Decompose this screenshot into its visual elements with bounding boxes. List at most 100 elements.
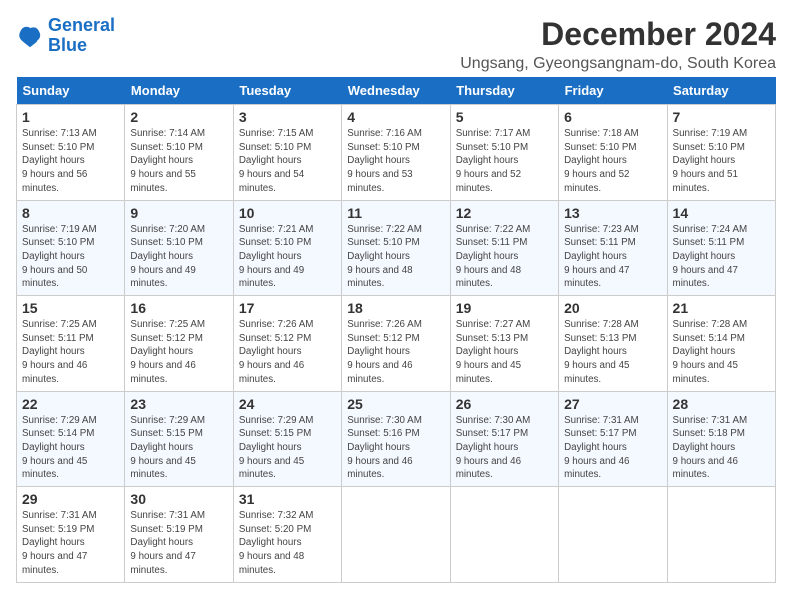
calendar-cell: 27Sunrise: 7:31 AMSunset: 5:17 PMDayligh… xyxy=(559,391,667,487)
calendar-cell: 24 Sunrise: 7:29 AMSunset: 5:15 PMDayligh… xyxy=(233,391,341,487)
header: General Blue December 2024 Ungsang, Gyeo… xyxy=(16,16,776,73)
calendar-cell: 13Sunrise: 7:23 AMSunset: 5:11 PMDayligh… xyxy=(559,200,667,296)
day-info: Sunrise: 7:31 AMSunset: 5:18 PMDaylight … xyxy=(673,414,770,483)
calendar-cell: 11Sunrise: 7:22 AMSunset: 5:10 PMDayligh… xyxy=(342,200,450,296)
day-number: 17 xyxy=(239,300,336,316)
day-number: 9 xyxy=(130,205,227,221)
day-info: Sunrise: 7:30 AMSunset: 5:16 PMDaylight … xyxy=(347,414,444,483)
day-info: Sunrise: 7:14 AMSunset: 5:10 PMDaylight … xyxy=(130,127,227,196)
calendar-cell xyxy=(342,487,450,583)
calendar-cell: 31Sunrise: 7:32 AMSunset: 5:20 PMDayligh… xyxy=(233,487,341,583)
day-info: Sunrise: 7:24 AMSunset: 5:11 PMDaylight … xyxy=(673,223,770,292)
day-number: 19 xyxy=(456,300,553,316)
day-number: 6 xyxy=(564,109,661,125)
calendar-cell xyxy=(450,487,558,583)
calendar-week-row: 1 Sunrise: 7:13 AMSunset: 5:10 PMDaylight… xyxy=(17,105,776,201)
day-info: Sunrise: 7:15 AMSunset: 5:10 PMDaylight … xyxy=(239,127,336,196)
calendar-cell: 29 Sunrise: 7:31 AMSunset: 5:19 PMDayligh… xyxy=(17,487,125,583)
day-number: 10 xyxy=(239,205,336,221)
day-info: Sunrise: 7:29 AMSunset: 5:15 PMDaylight … xyxy=(130,414,227,483)
calendar-week-row: 15 Sunrise: 7:25 AMSunset: 5:11 PMDayligh… xyxy=(17,296,776,392)
day-number: 24 xyxy=(239,396,336,412)
weekday-header: Saturday xyxy=(667,77,775,105)
day-number: 7 xyxy=(673,109,770,125)
calendar-cell: 21Sunrise: 7:28 AMSunset: 5:14 PMDayligh… xyxy=(667,296,775,392)
day-number: 31 xyxy=(239,491,336,507)
calendar-week-row: 29 Sunrise: 7:31 AMSunset: 5:19 PMDayligh… xyxy=(17,487,776,583)
calendar-cell: 26 Sunrise: 7:30 AMSunset: 5:17 PMDayligh… xyxy=(450,391,558,487)
day-number: 2 xyxy=(130,109,227,125)
weekday-header: Thursday xyxy=(450,77,558,105)
calendar-week-row: 8 Sunrise: 7:19 AMSunset: 5:10 PMDaylight… xyxy=(17,200,776,296)
calendar-cell: 23 Sunrise: 7:29 AMSunset: 5:15 PMDayligh… xyxy=(125,391,233,487)
weekday-header: Friday xyxy=(559,77,667,105)
day-info: Sunrise: 7:28 AMSunset: 5:13 PMDaylight … xyxy=(564,318,661,387)
day-number: 28 xyxy=(673,396,770,412)
calendar-cell xyxy=(667,487,775,583)
calendar-cell: 5 Sunrise: 7:17 AMSunset: 5:10 PMDaylight… xyxy=(450,105,558,201)
logo-icon xyxy=(16,22,44,50)
day-info: Sunrise: 7:19 AMSunset: 5:10 PMDaylight … xyxy=(673,127,770,196)
day-info: Sunrise: 7:19 AMSunset: 5:10 PMDaylight … xyxy=(22,223,119,292)
day-info: Sunrise: 7:26 AMSunset: 5:12 PMDaylight … xyxy=(347,318,444,387)
logo: General Blue xyxy=(16,16,115,56)
day-number: 15 xyxy=(22,300,119,316)
day-number: 29 xyxy=(22,491,119,507)
day-number: 26 xyxy=(456,396,553,412)
day-number: 1 xyxy=(22,109,119,125)
day-number: 21 xyxy=(673,300,770,316)
day-number: 8 xyxy=(22,205,119,221)
calendar-cell: 16Sunrise: 7:25 AMSunset: 5:12 PMDayligh… xyxy=(125,296,233,392)
day-info: Sunrise: 7:16 AMSunset: 5:10 PMDaylight … xyxy=(347,127,444,196)
day-info: Sunrise: 7:20 AMSunset: 5:10 PMDaylight … xyxy=(130,223,227,292)
calendar-cell: 9 Sunrise: 7:20 AMSunset: 5:10 PMDaylight… xyxy=(125,200,233,296)
day-info: Sunrise: 7:29 AMSunset: 5:15 PMDaylight … xyxy=(239,414,336,483)
day-info: Sunrise: 7:25 AMSunset: 5:12 PMDaylight … xyxy=(130,318,227,387)
calendar-cell: 19 Sunrise: 7:27 AMSunset: 5:13 PMDayligh… xyxy=(450,296,558,392)
day-number: 11 xyxy=(347,205,444,221)
day-info: Sunrise: 7:29 AMSunset: 5:14 PMDaylight … xyxy=(22,414,119,483)
weekday-header: Sunday xyxy=(17,77,125,105)
day-number: 20 xyxy=(564,300,661,316)
calendar-cell: 18 Sunrise: 7:26 AMSunset: 5:12 PMDayligh… xyxy=(342,296,450,392)
day-number: 4 xyxy=(347,109,444,125)
calendar-week-row: 22 Sunrise: 7:29 AMSunset: 5:14 PMDayligh… xyxy=(17,391,776,487)
day-info: Sunrise: 7:27 AMSunset: 5:13 PMDaylight … xyxy=(456,318,553,387)
day-number: 22 xyxy=(22,396,119,412)
calendar-cell: 12Sunrise: 7:22 AMSunset: 5:11 PMDayligh… xyxy=(450,200,558,296)
calendar-cell: 28 Sunrise: 7:31 AMSunset: 5:18 PMDayligh… xyxy=(667,391,775,487)
calendar-cell: 4 Sunrise: 7:16 AMSunset: 5:10 PMDaylight… xyxy=(342,105,450,201)
calendar-table: SundayMondayTuesdayWednesdayThursdayFrid… xyxy=(16,77,776,583)
location-title: Ungsang, Gyeongsangnam-do, South Korea xyxy=(460,55,776,73)
calendar-cell: 10 Sunrise: 7:21 AMSunset: 5:10 PMDayligh… xyxy=(233,200,341,296)
day-number: 3 xyxy=(239,109,336,125)
day-info: Sunrise: 7:13 AMSunset: 5:10 PMDaylight … xyxy=(22,127,119,196)
day-info: Sunrise: 7:31 AMSunset: 5:19 PMDaylight … xyxy=(130,509,227,578)
calendar-cell: 7 Sunrise: 7:19 AMSunset: 5:10 PMDaylight… xyxy=(667,105,775,201)
day-info: Sunrise: 7:25 AMSunset: 5:11 PMDaylight … xyxy=(22,318,119,387)
calendar-cell: 20 Sunrise: 7:28 AMSunset: 5:13 PMDayligh… xyxy=(559,296,667,392)
day-info: Sunrise: 7:21 AMSunset: 5:10 PMDaylight … xyxy=(239,223,336,292)
day-number: 5 xyxy=(456,109,553,125)
weekday-header: Tuesday xyxy=(233,77,341,105)
day-number: 18 xyxy=(347,300,444,316)
calendar-cell: 15 Sunrise: 7:25 AMSunset: 5:11 PMDayligh… xyxy=(17,296,125,392)
day-number: 30 xyxy=(130,491,227,507)
day-number: 25 xyxy=(347,396,444,412)
day-info: Sunrise: 7:31 AMSunset: 5:19 PMDaylight … xyxy=(22,509,119,578)
weekday-header: Monday xyxy=(125,77,233,105)
day-number: 23 xyxy=(130,396,227,412)
calendar-cell: 8 Sunrise: 7:19 AMSunset: 5:10 PMDaylight… xyxy=(17,200,125,296)
calendar-cell: 3 Sunrise: 7:15 AMSunset: 5:10 PMDaylight… xyxy=(233,105,341,201)
calendar-cell: 22 Sunrise: 7:29 AMSunset: 5:14 PMDayligh… xyxy=(17,391,125,487)
title-area: December 2024 Ungsang, Gyeongsangnam-do,… xyxy=(460,16,776,73)
day-info: Sunrise: 7:31 AMSunset: 5:17 PMDaylight … xyxy=(564,414,661,483)
day-info: Sunrise: 7:26 AMSunset: 5:12 PMDaylight … xyxy=(239,318,336,387)
day-info: Sunrise: 7:23 AMSunset: 5:11 PMDaylight … xyxy=(564,223,661,292)
calendar-cell: 30 Sunrise: 7:31 AMSunset: 5:19 PMDayligh… xyxy=(125,487,233,583)
calendar-cell xyxy=(559,487,667,583)
month-title: December 2024 xyxy=(460,16,776,53)
day-info: Sunrise: 7:30 AMSunset: 5:17 PMDaylight … xyxy=(456,414,553,483)
calendar-cell: 17 Sunrise: 7:26 AMSunset: 5:12 PMDayligh… xyxy=(233,296,341,392)
day-info: Sunrise: 7:17 AMSunset: 5:10 PMDaylight … xyxy=(456,127,553,196)
